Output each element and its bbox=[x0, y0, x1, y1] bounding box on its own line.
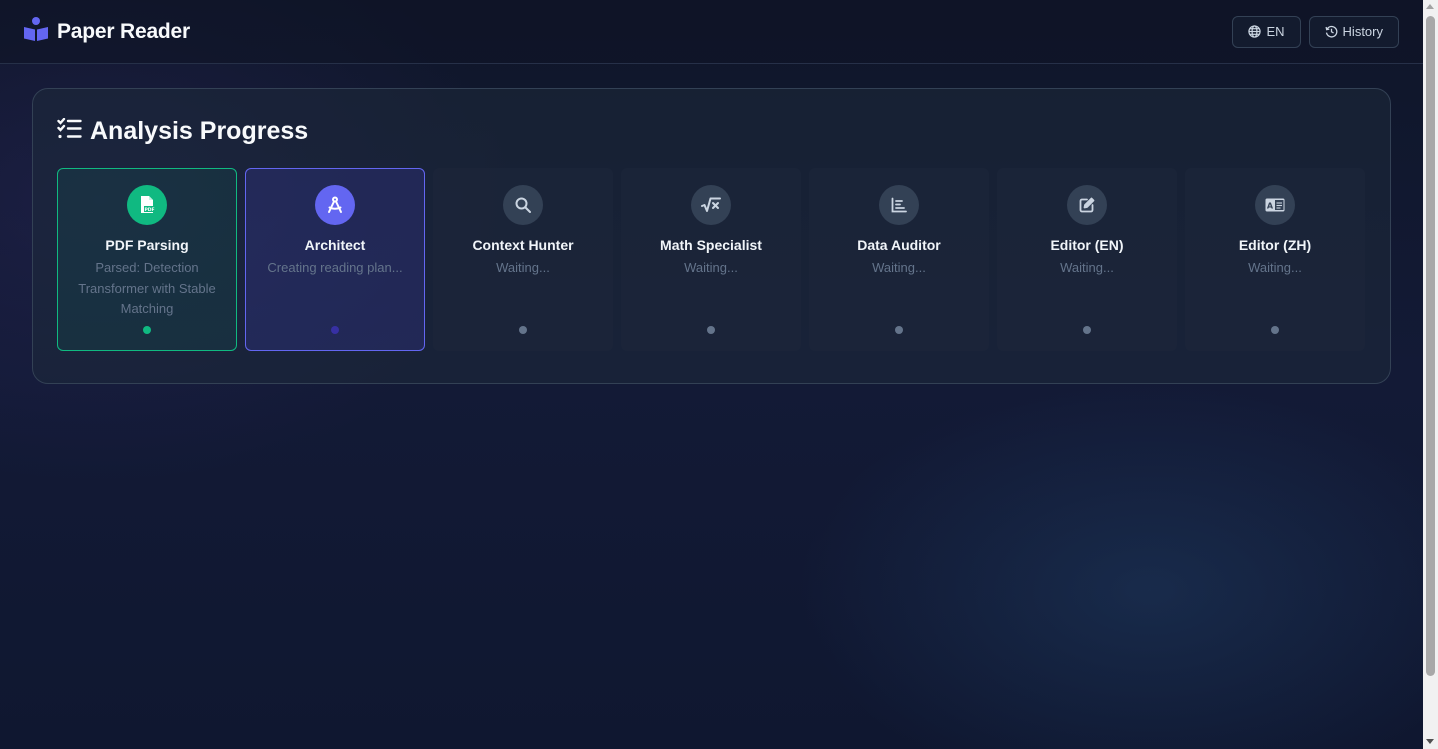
panel-title: Analysis Progress bbox=[90, 117, 309, 145]
chart-bar-icon bbox=[879, 185, 919, 225]
vertical-scrollbar[interactable] bbox=[1423, 0, 1438, 749]
square-root-icon bbox=[691, 185, 731, 225]
step-card-math-specialist[interactable]: Math Specialist Waiting... bbox=[621, 168, 801, 351]
history-icon bbox=[1325, 25, 1338, 38]
compass-drafting-icon bbox=[315, 185, 355, 225]
scroll-down-arrow-icon[interactable] bbox=[1426, 739, 1434, 744]
step-status-dot bbox=[707, 326, 715, 334]
scrollbar-thumb[interactable] bbox=[1426, 16, 1435, 676]
header-actions: EN History bbox=[1232, 15, 1399, 48]
step-status: Waiting... bbox=[684, 260, 738, 275]
step-status: Waiting... bbox=[872, 260, 926, 275]
step-status: Creating reading plan... bbox=[267, 260, 403, 275]
steps-list: PDF PDF Parsing Parsed: Detection Transf… bbox=[57, 168, 1365, 351]
tasks-list-icon bbox=[57, 117, 82, 145]
step-status-dot bbox=[895, 326, 903, 334]
panel-header: Analysis Progress bbox=[57, 117, 308, 146]
app-title: Paper Reader bbox=[57, 19, 191, 43]
file-pdf-icon: PDF bbox=[127, 185, 167, 225]
history-button[interactable]: History bbox=[1308, 15, 1399, 48]
step-status-dot bbox=[1083, 326, 1091, 334]
app-viewport: Paper Reader EN History Analysis Progres… bbox=[0, 0, 1423, 749]
step-status-dot bbox=[143, 326, 151, 334]
language-label: EN bbox=[1266, 24, 1285, 39]
step-title: Math Specialist bbox=[660, 237, 762, 253]
step-status: Parsed: Detection Transformer with Stabl… bbox=[78, 260, 216, 316]
analysis-progress-panel: Analysis Progress PDF PDF Parsing Parsed… bbox=[32, 88, 1391, 384]
step-card-architect[interactable]: Architect Creating reading plan... bbox=[245, 168, 425, 351]
language-card-icon: A bbox=[1255, 185, 1295, 225]
language-button[interactable]: EN bbox=[1232, 15, 1301, 48]
globe-icon bbox=[1248, 25, 1262, 38]
step-status: Waiting... bbox=[496, 260, 550, 275]
history-label: History bbox=[1342, 24, 1383, 39]
step-card-data-auditor[interactable]: Data Auditor Waiting... bbox=[809, 168, 989, 351]
step-title: Editor (ZH) bbox=[1238, 237, 1312, 253]
book-reader-icon bbox=[23, 16, 49, 47]
svg-text:PDF: PDF bbox=[144, 207, 154, 213]
step-card-editor-zh[interactable]: A Editor (ZH) Waiting... bbox=[1185, 168, 1365, 351]
step-status-dot bbox=[1271, 326, 1279, 334]
step-status-dot bbox=[331, 326, 339, 334]
step-status: Waiting... bbox=[1060, 260, 1114, 275]
step-title: Architect bbox=[304, 237, 366, 253]
search-icon bbox=[503, 185, 543, 225]
step-card-pdf-parsing[interactable]: PDF PDF Parsing Parsed: Detection Transf… bbox=[57, 168, 237, 351]
brand[interactable]: Paper Reader bbox=[23, 16, 190, 47]
step-status-dot bbox=[519, 326, 527, 334]
top-bar: Paper Reader EN History bbox=[0, 0, 1423, 64]
step-title: Editor (EN) bbox=[1050, 237, 1124, 253]
step-title: PDF Parsing bbox=[105, 237, 189, 253]
step-card-context-hunter[interactable]: Context Hunter Waiting... bbox=[433, 168, 613, 351]
step-title: Context Hunter bbox=[472, 237, 574, 253]
step-status: Waiting... bbox=[1248, 260, 1302, 275]
edit-icon bbox=[1067, 185, 1107, 225]
step-title: Data Auditor bbox=[857, 237, 941, 253]
step-card-editor-en[interactable]: Editor (EN) Waiting... bbox=[997, 168, 1177, 351]
svg-text:A: A bbox=[1267, 202, 1274, 211]
scroll-up-arrow-icon[interactable] bbox=[1426, 4, 1434, 9]
